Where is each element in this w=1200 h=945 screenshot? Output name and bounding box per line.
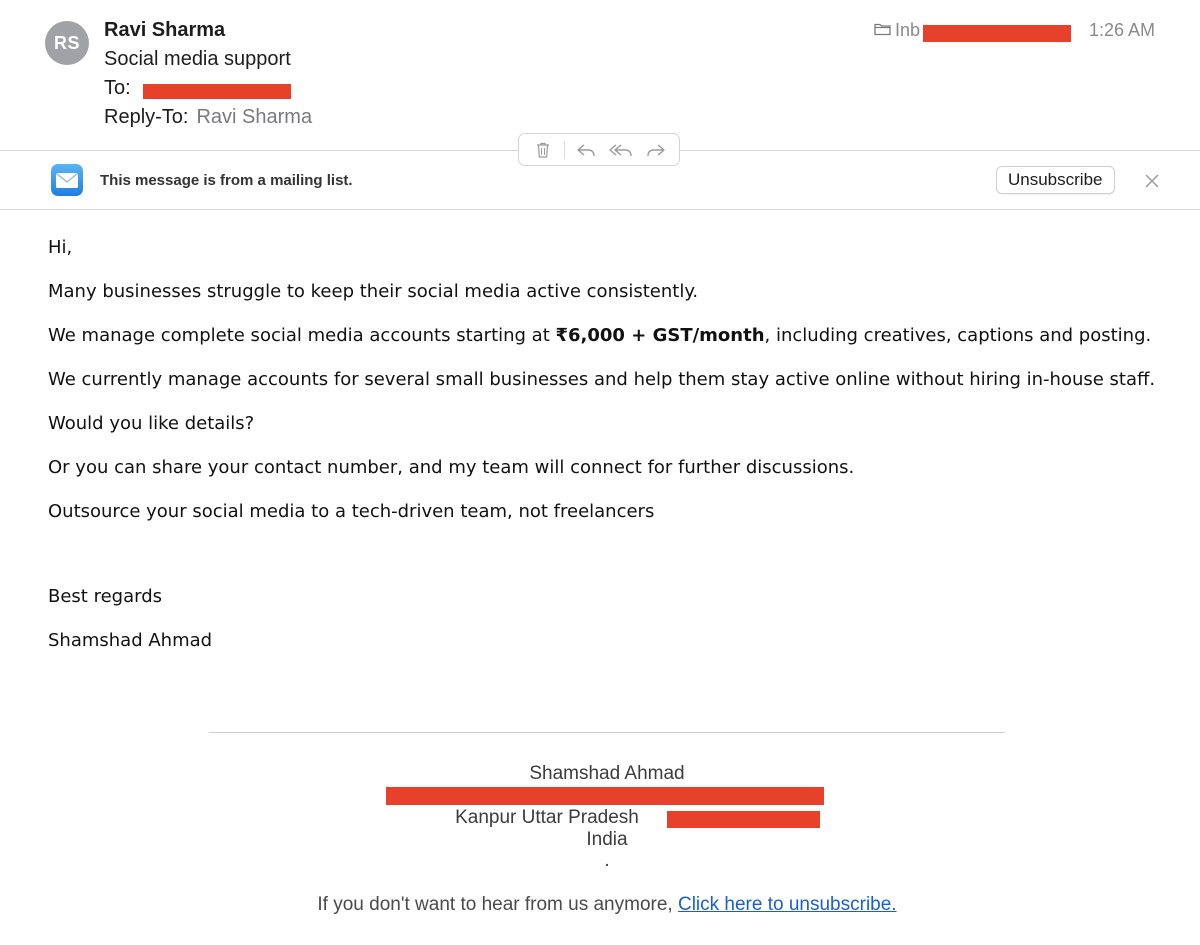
body-paragraph: Many businesses struggle to keep their s… [48,281,699,302]
sender-name[interactable]: Ravi Sharma [104,19,225,42]
footer-name: Shamshad Ahmad [529,763,685,784]
redaction-bar [386,787,824,805]
folder-icon [874,20,891,41]
trash-icon[interactable] [529,139,557,161]
footer-country: India [586,829,628,850]
body-paragraph: We manage complete social media accounts… [48,325,1151,346]
unsubscribe-button[interactable]: Unsubscribe [996,166,1115,194]
footer-city-text: Kanpur Uttar Pradesh [455,807,639,828]
message-time: 1:26 AM [1089,20,1156,40]
redaction-bar [143,84,291,99]
mailbox-folder[interactable]: Inb [874,20,920,41]
reply-all-icon[interactable] [607,139,635,161]
folder-label: Inb [895,20,921,40]
reply-to-label: Reply-To: [104,106,189,128]
unsubscribe-text: If you don't want to hear from us anymor… [317,894,678,915]
body-paragraph: We currently manage accounts for several… [48,369,1156,390]
footer-dot: . [604,850,610,871]
avatar: RS [45,21,89,65]
signature: Shamshad Ahmad [48,630,213,651]
footer-divider [209,732,1005,733]
closing: Best regards [48,586,163,607]
paragraph-text: , including creatives, captions and post… [764,325,1152,346]
to-field: To: [104,77,131,100]
footer-city: Kanpur Uttar Pradesh [0,807,1154,829]
body-paragraph: Would you like details? [48,413,255,434]
body-paragraph: Or you can share your contact number, an… [48,457,855,478]
price-text: ₹6,000 + GST/month [555,325,765,346]
mail-app-icon [51,164,83,196]
unsubscribe-link[interactable]: Click here to unsubscribe. [678,894,897,915]
email-subject: Social media support [104,48,291,70]
reply-to-field: Reply-To: Ravi Sharma [104,106,312,129]
toolbar-separator [563,140,565,159]
close-icon[interactable] [1143,172,1161,190]
message-toolbar [518,133,680,166]
to-label: To: [104,77,131,99]
redaction-bar [667,811,820,828]
greeting: Hi, [48,237,73,258]
banner-divider [0,209,1200,210]
reply-to-value[interactable]: Ravi Sharma [196,106,312,128]
paragraph-text: We manage complete social media accounts… [48,325,556,346]
mailing-list-notice: This message is from a mailing list. [100,172,353,189]
footer-unsubscribe-line: If you don't want to hear from us anymor… [0,894,1200,916]
forward-icon[interactable] [642,139,670,161]
reply-icon[interactable] [572,139,600,161]
redaction-bar [923,25,1071,42]
body-paragraph: Outsource your social media to a tech-dr… [48,501,655,522]
